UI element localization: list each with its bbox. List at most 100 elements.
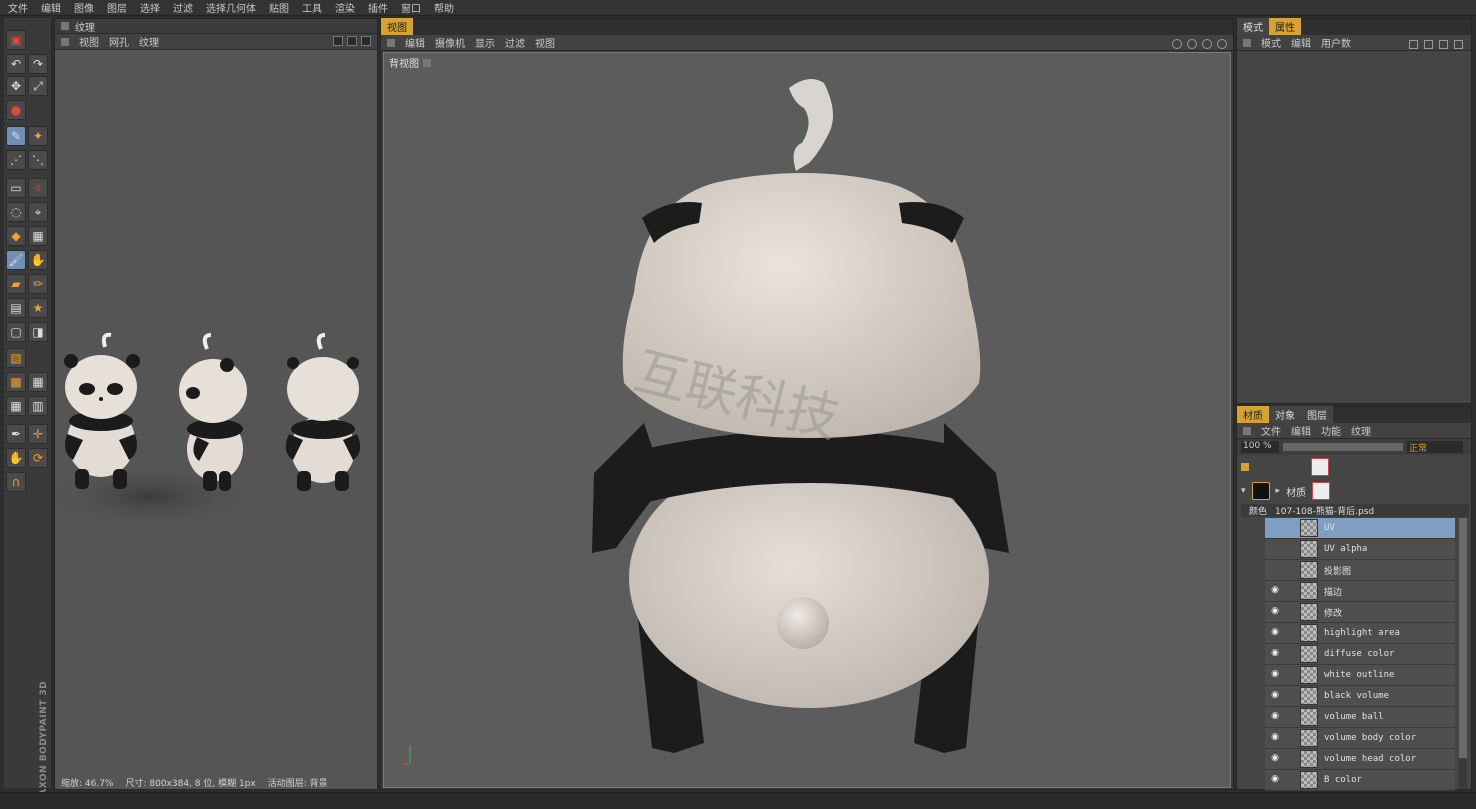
menu-select-geometry[interactable]: 选择几何体 bbox=[206, 0, 256, 15]
layer-row[interactable]: ◉ 描边 bbox=[1265, 581, 1455, 602]
tab-mode[interactable]: 模式 bbox=[1237, 18, 1269, 35]
panel-grip-icon[interactable] bbox=[61, 22, 69, 30]
back-arrow-icon[interactable] bbox=[1409, 40, 1418, 49]
record-icon[interactable]: ● bbox=[6, 100, 26, 120]
menu-window[interactable]: 窗口 bbox=[401, 0, 421, 15]
magnet-icon[interactable]: ∩ bbox=[6, 472, 26, 492]
visibility-eye-icon[interactable]: ◉ bbox=[1268, 732, 1282, 744]
layer-row[interactable]: ◉ diffuse color bbox=[1265, 644, 1455, 665]
visibility-eye-icon[interactable] bbox=[1268, 543, 1282, 555]
tab-attributes[interactable]: 属性 bbox=[1269, 18, 1301, 35]
paint-brush-icon[interactable]: ✎ bbox=[6, 126, 26, 146]
menu-edit[interactable]: 编辑 bbox=[41, 0, 61, 15]
texture-canvas[interactable] bbox=[57, 319, 377, 539]
menu-uv[interactable]: 贴图 bbox=[269, 0, 289, 15]
tab-objects[interactable]: 对象 bbox=[1269, 406, 1301, 423]
visibility-eye-icon[interactable]: ◉ bbox=[1268, 648, 1282, 660]
visibility-eye-icon[interactable]: ◉ bbox=[1268, 711, 1282, 723]
visibility-eye-icon[interactable] bbox=[1268, 522, 1282, 534]
menu-tools[interactable]: 工具 bbox=[302, 0, 322, 15]
scale-icon[interactable]: ⤢ bbox=[28, 76, 48, 96]
fill-icon[interactable]: ◆ bbox=[6, 226, 26, 246]
redo-icon[interactable]: ↷ bbox=[28, 54, 48, 74]
opacity-field[interactable]: 100 % bbox=[1241, 441, 1279, 453]
visibility-eye-icon[interactable]: ◉ bbox=[1268, 753, 1282, 765]
layers-menu-icon[interactable] bbox=[1243, 426, 1251, 435]
pencil-icon[interactable]: ✏ bbox=[28, 274, 48, 294]
menu-file[interactable]: 文件 bbox=[8, 0, 28, 15]
opacity-slider[interactable] bbox=[1283, 443, 1403, 451]
maximize-icon[interactable] bbox=[1217, 39, 1227, 49]
texture-menu-view[interactable]: 视图 bbox=[79, 34, 99, 49]
uv-relax-icon[interactable]: ▥ bbox=[28, 396, 48, 416]
layer-row[interactable]: ◉ black volume bbox=[1265, 686, 1455, 707]
magic-wand-icon[interactable]: ✧ bbox=[28, 178, 48, 198]
star-icon[interactable]: ★ bbox=[28, 298, 48, 318]
visibility-eye-icon[interactable]: ◉ bbox=[1268, 690, 1282, 702]
view-menu-edit[interactable]: 编辑 bbox=[405, 35, 425, 50]
layers-menu-file[interactable]: 文件 bbox=[1261, 423, 1281, 438]
menu-select[interactable]: 选择 bbox=[140, 0, 160, 15]
layer-list-scrollbar[interactable] bbox=[1459, 518, 1467, 788]
visibility-eye-icon[interactable]: ◉ bbox=[1268, 774, 1282, 786]
eraser-icon[interactable]: ▰ bbox=[6, 274, 26, 294]
tab-view[interactable]: 视图 bbox=[381, 18, 413, 35]
checker-icon[interactable]: ▦ bbox=[28, 226, 48, 246]
tab-materials[interactable]: 材质 bbox=[1237, 406, 1269, 423]
channel-row[interactable]: 颜色 107-108-熊猫-背后.psd bbox=[1241, 504, 1469, 517]
texture-swatch[interactable] bbox=[1311, 458, 1329, 476]
zoom-icon[interactable] bbox=[1187, 39, 1197, 49]
texture-checker-icon[interactable]: ▦ bbox=[28, 372, 48, 392]
lasso-icon[interactable]: ◌ bbox=[6, 202, 26, 222]
material-thumbnail[interactable] bbox=[1251, 482, 1270, 500]
visibility-eye-icon[interactable]: ◉ bbox=[1268, 585, 1282, 597]
menu-filter[interactable]: 过滤 bbox=[173, 0, 193, 15]
render-view-icon[interactable]: ▣ bbox=[6, 30, 26, 50]
collapse-arrow-icon[interactable]: ▸ bbox=[1276, 486, 1281, 496]
layer-mask-icon[interactable]: ▢ bbox=[6, 322, 26, 342]
visibility-eye-icon[interactable]: ◉ bbox=[1268, 606, 1282, 618]
new-panel-icon[interactable] bbox=[1454, 40, 1463, 49]
layers-menu-edit[interactable]: 编辑 bbox=[1291, 423, 1311, 438]
blend-mode-select[interactable]: 正常 bbox=[1407, 441, 1463, 454]
view-menu-display[interactable]: 显示 bbox=[475, 35, 495, 50]
layer-row[interactable]: UV bbox=[1265, 518, 1455, 539]
attributes-menu-icon[interactable] bbox=[1243, 38, 1251, 47]
move-icon[interactable]: ✥ bbox=[6, 76, 26, 96]
material-row[interactable]: ▾ ▸ 材质 bbox=[1241, 481, 1469, 501]
layer-row[interactable]: 投影图 bbox=[1265, 560, 1455, 581]
uv-map-icon[interactable]: ▩ bbox=[6, 372, 26, 392]
menu-render[interactable]: 渲染 bbox=[335, 0, 355, 15]
brush-icon[interactable]: 🖌 bbox=[6, 250, 26, 270]
paint-setup-icon[interactable]: ✦ bbox=[28, 126, 48, 146]
pin-icon[interactable] bbox=[1439, 40, 1448, 49]
polygon-lasso-icon[interactable]: ⌖ bbox=[28, 202, 48, 222]
fg-color-icon[interactable] bbox=[1241, 463, 1249, 471]
undo-icon[interactable]: ↶ bbox=[6, 54, 26, 74]
visibility-eye-icon[interactable]: ◉ bbox=[1268, 627, 1282, 639]
layer-row[interactable]: ◉ volume head color bbox=[1265, 749, 1455, 770]
menu-plugins[interactable]: 插件 bbox=[368, 0, 388, 15]
navigate-icon[interactable] bbox=[361, 36, 371, 46]
orbit-icon[interactable] bbox=[1202, 39, 1212, 49]
3d-viewport[interactable]: 背视图 互联科技 bbox=[383, 52, 1231, 788]
crosshair-icon[interactable]: ✛ bbox=[28, 424, 48, 444]
panel-menu-icon[interactable] bbox=[61, 37, 69, 46]
background-toggle-icon[interactable] bbox=[333, 36, 343, 46]
attr-menu-edit[interactable]: 编辑 bbox=[1291, 35, 1311, 50]
select-rect-icon[interactable]: ▭ bbox=[6, 178, 26, 198]
menu-help[interactable]: 帮助 bbox=[434, 0, 454, 15]
smudge-icon[interactable]: ✋ bbox=[28, 250, 48, 270]
view-menu-view[interactable]: 视图 bbox=[535, 35, 555, 50]
lock-icon[interactable] bbox=[1424, 40, 1433, 49]
rotate-icon[interactable]: ⟳ bbox=[28, 448, 48, 468]
texture-menu-texture[interactable]: 纹理 bbox=[139, 34, 159, 49]
layer-row[interactable]: UV alpha bbox=[1265, 539, 1455, 560]
pen-tool-icon[interactable]: ✒ bbox=[6, 424, 26, 444]
layers-menu-texture[interactable]: 纹理 bbox=[1351, 423, 1371, 438]
projection-icon[interactable]: ▧ bbox=[6, 348, 26, 368]
view-menu-filter[interactable]: 过滤 bbox=[505, 35, 525, 50]
color-swatch-icon[interactable]: ◨ bbox=[28, 322, 48, 342]
gradient-icon[interactable]: ▤ bbox=[6, 298, 26, 318]
lock-icon[interactable] bbox=[347, 36, 357, 46]
